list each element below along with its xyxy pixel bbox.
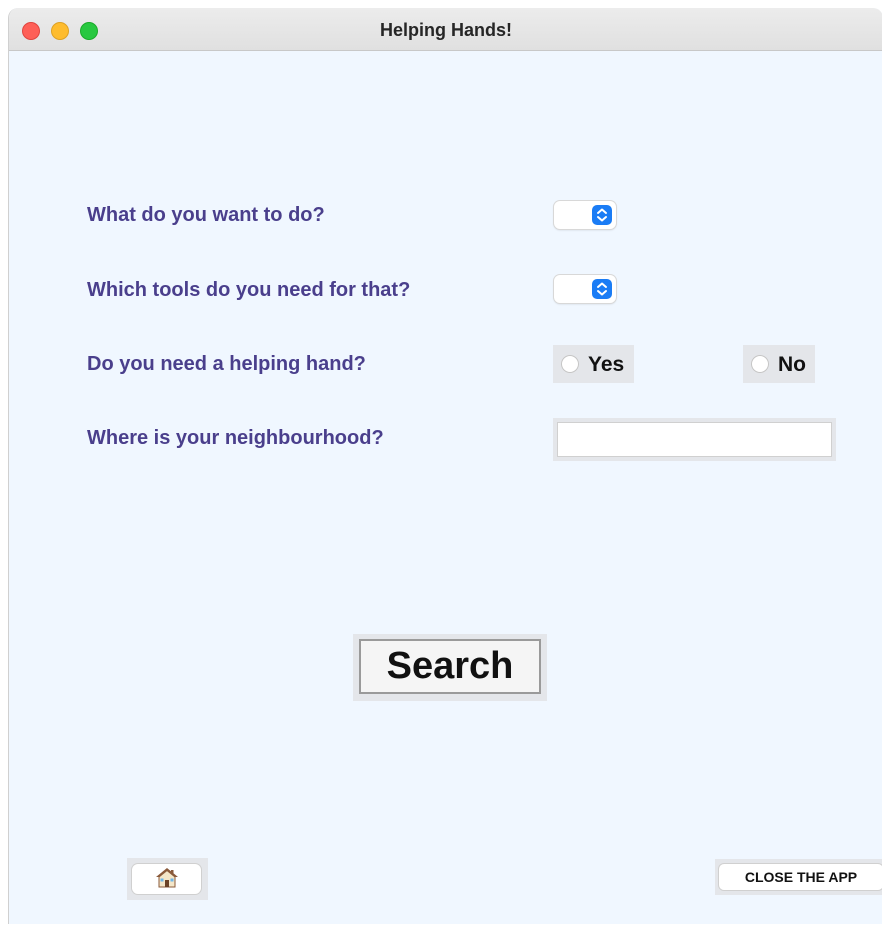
home-button-frame (127, 858, 208, 900)
neighbourhood-field-frame (553, 418, 836, 461)
radio-no-label: No (778, 353, 806, 376)
chevron-up-down-icon (592, 279, 612, 299)
close-app-button[interactable]: CLOSE THE APP (719, 864, 882, 890)
radio-yes-label: Yes (588, 353, 625, 376)
helping-hand-label: Do you need a helping hand? (87, 353, 366, 375)
home-button[interactable] (132, 864, 201, 894)
activity-label: What do you want to do? (87, 204, 325, 226)
search-button-frame: Search (353, 634, 547, 701)
radio-no[interactable]: No (743, 345, 815, 383)
activity-select[interactable] (554, 201, 616, 229)
neighbourhood-label: Where is your neighbourhood? (87, 427, 384, 449)
radio-no-circle[interactable] (751, 355, 769, 373)
neighbourhood-input[interactable] (557, 422, 832, 457)
title-bar: Helping Hands! (9, 8, 882, 51)
radio-yes[interactable]: Yes (553, 345, 634, 383)
house-icon (155, 866, 179, 893)
window-title: Helping Hands! (379, 20, 512, 40)
app-window: Helping Hands! What do you want to do? W… (8, 8, 882, 924)
radio-yes-circle[interactable] (561, 355, 579, 373)
tools-select[interactable] (554, 275, 616, 303)
search-button[interactable]: Search (359, 639, 541, 694)
chevron-up-down-icon (592, 205, 612, 225)
close-app-button-frame: CLOSE THE APP (715, 859, 882, 895)
tools-label: Which tools do you need for that? (87, 279, 411, 301)
